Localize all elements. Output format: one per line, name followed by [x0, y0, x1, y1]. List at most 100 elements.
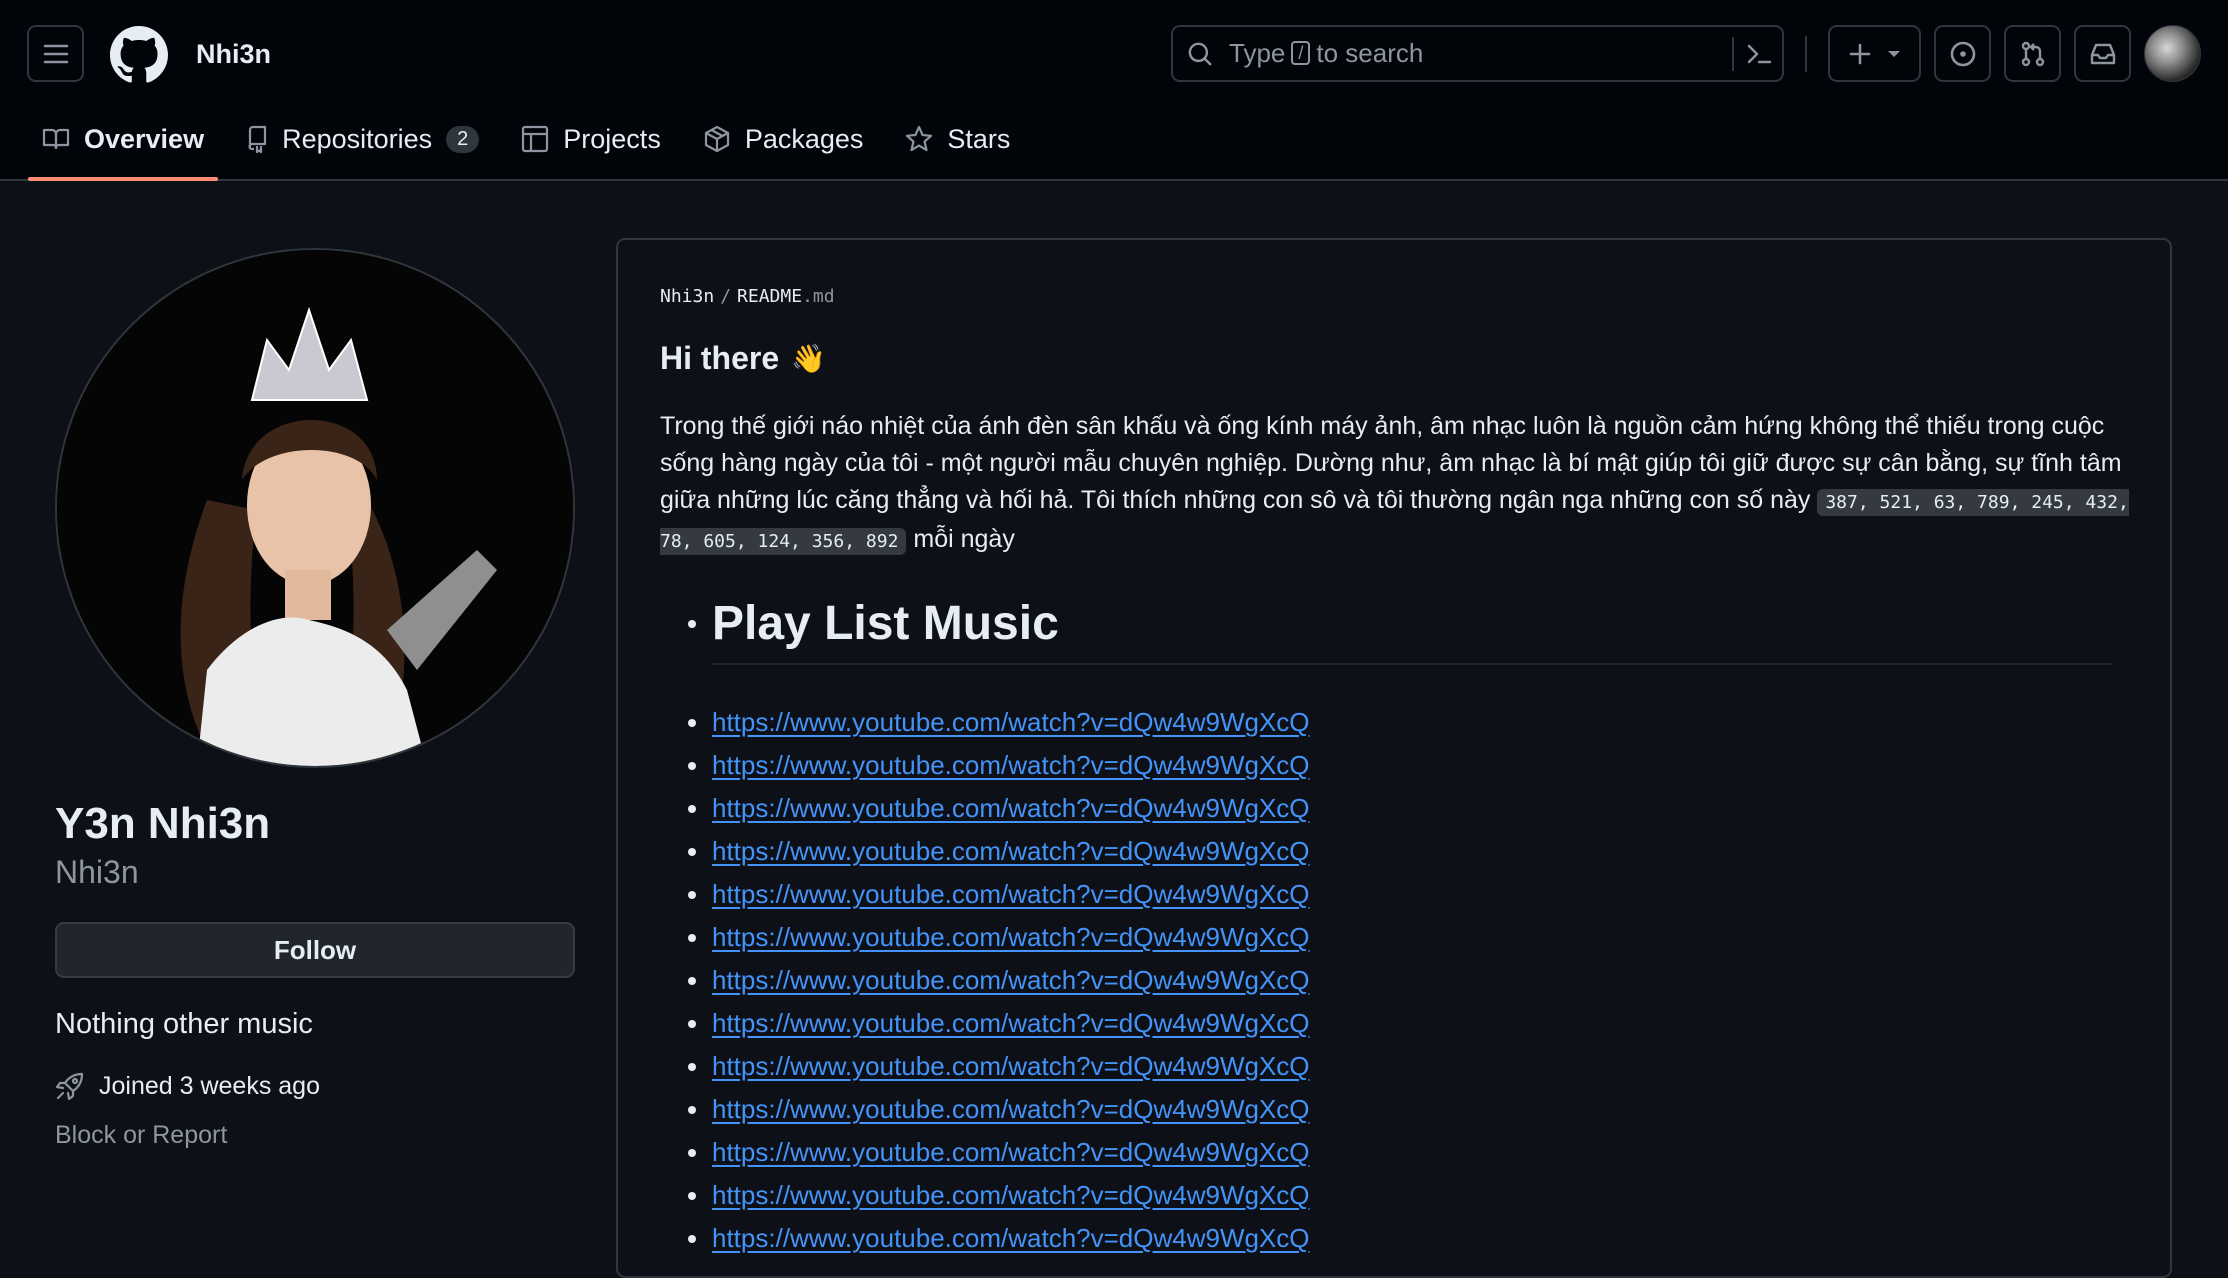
header-username[interactable]: Nhi3n [196, 39, 271, 70]
issue-opened-icon [1950, 41, 1975, 66]
list-bullet [688, 718, 696, 727]
tab-stars[interactable]: Stars [891, 115, 1024, 163]
list-item: https://www.youtube.com/watch?v=dQw4w9Wg… [688, 744, 1310, 787]
list-item: https://www.youtube.com/watch?v=dQw4w9Wg… [688, 916, 1310, 959]
playlist-heading: Play List Music [688, 596, 2113, 665]
tab-label: Packages [744, 123, 864, 154]
readme-file-ext: .md [802, 286, 835, 307]
youtube-link[interactable]: https://www.youtube.com/watch?v=dQw4w9Wg… [712, 750, 1310, 781]
readme-panel: Nhi3n / README.md Hi there 👋 Trong thế giớ… [616, 238, 2172, 1278]
github-logo-icon[interactable] [110, 26, 168, 84]
command-palette-button[interactable] [1732, 37, 1772, 71]
readme-breadcrumb: Nhi3n / README.md [660, 286, 835, 307]
youtube-link[interactable]: https://www.youtube.com/watch?v=dQw4w9Wg… [712, 1180, 1310, 1211]
heading-rule [712, 663, 2113, 665]
tab-label: Stars [947, 123, 1011, 154]
list-bullet [688, 1105, 696, 1114]
youtube-link[interactable]: https://www.youtube.com/watch?v=dQw4w9Wg… [712, 965, 1310, 996]
youtube-link[interactable]: https://www.youtube.com/watch?v=dQw4w9Wg… [712, 1008, 1310, 1039]
top-header: Nhi3n Type / to search Overview Reposito… [0, 0, 2228, 181]
breadcrumb-separator: / [720, 286, 732, 307]
tab-repositories[interactable]: Repositories 2 [232, 115, 493, 163]
inbox-icon [2090, 43, 2115, 64]
list-bullet [688, 847, 696, 856]
git-pull-request-icon [2021, 41, 2044, 66]
list-bullet [688, 890, 696, 899]
user-avatar-menu[interactable] [2144, 25, 2201, 82]
list-bullet [688, 976, 696, 985]
readme-paragraph: Trong thế giới náo nhiệt của ánh đèn sân… [660, 408, 2130, 560]
youtube-link[interactable]: https://www.youtube.com/watch?v=dQw4w9Wg… [712, 836, 1310, 867]
list-bullet [688, 933, 696, 942]
package-icon [704, 125, 729, 153]
block-or-report-link[interactable]: Block or Report [55, 1121, 575, 1150]
youtube-link[interactable]: https://www.youtube.com/watch?v=dQw4w9Wg… [712, 879, 1310, 910]
youtube-link[interactable]: https://www.youtube.com/watch?v=dQw4w9Wg… [712, 1137, 1310, 1168]
list-bullet [688, 804, 696, 813]
profile-full-name: Y3n Nhi3n [55, 799, 271, 848]
profile-bio: Nothing other music [55, 1008, 313, 1040]
list-bullet [688, 1062, 696, 1071]
list-item: https://www.youtube.com/watch?v=dQw4w9Wg… [688, 959, 1310, 1002]
youtube-link[interactable]: https://www.youtube.com/watch?v=dQw4w9Wg… [712, 1223, 1310, 1254]
inbox-button[interactable] [2074, 25, 2131, 82]
pull-requests-button[interactable] [2004, 25, 2061, 82]
youtube-link[interactable]: https://www.youtube.com/watch?v=dQw4w9Wg… [712, 1051, 1310, 1082]
profile-tabs: Overview Repositories 2 Projects Package… [28, 115, 1038, 181]
search-icon [1188, 42, 1212, 65]
list-bullet [688, 1234, 696, 1243]
list-item: https://www.youtube.com/watch?v=dQw4w9Wg… [688, 787, 1310, 830]
tab-label: Repositories [282, 123, 433, 154]
list-bullet [688, 1191, 696, 1200]
playlist-links: https://www.youtube.com/watch?v=dQw4w9Wg… [688, 701, 1310, 1260]
list-bullet [688, 1148, 696, 1157]
tab-label: Projects [563, 123, 661, 154]
terminal-icon [1747, 44, 1772, 64]
star-icon [906, 125, 933, 152]
list-item: https://www.youtube.com/watch?v=dQw4w9Wg… [688, 1131, 1310, 1174]
list-item: https://www.youtube.com/watch?v=dQw4w9Wg… [688, 701, 1310, 744]
youtube-link[interactable]: https://www.youtube.com/watch?v=dQw4w9Wg… [712, 1094, 1310, 1125]
profile-login: Nhi3n [55, 854, 139, 890]
create-new-button[interactable] [1828, 25, 1921, 82]
plus-icon [1849, 43, 1870, 64]
list-item: https://www.youtube.com/watch?v=dQw4w9Wg… [688, 1002, 1310, 1045]
readme-heading: Hi there 👋 [660, 340, 826, 377]
rocket-icon [55, 1072, 84, 1101]
follow-button[interactable]: Follow [55, 922, 575, 978]
header-divider [1805, 36, 1807, 72]
list-item: https://www.youtube.com/watch?v=dQw4w9Wg… [688, 1088, 1310, 1131]
readme-heading-text: Hi there [660, 340, 780, 376]
list-item: https://www.youtube.com/watch?v=dQw4w9Wg… [688, 1174, 1310, 1217]
playlist-title: Play List Music [712, 597, 1059, 650]
list-item: https://www.youtube.com/watch?v=dQw4w9Wg… [688, 873, 1310, 916]
tab-packages[interactable]: Packages [689, 115, 878, 163]
tab-projects[interactable]: Projects [507, 115, 675, 163]
search-shortcut-key: / [1291, 40, 1311, 65]
list-bullet [688, 1019, 696, 1028]
list-item: https://www.youtube.com/watch?v=dQw4w9Wg… [688, 1217, 1310, 1260]
search-placeholder-prefix: Type [1229, 38, 1286, 68]
profile-sidebar: Y3n Nhi3n Nhi3n Follow Nothing other mus… [55, 248, 575, 1150]
profile-avatar[interactable] [55, 248, 575, 768]
youtube-link[interactable]: https://www.youtube.com/watch?v=dQw4w9Wg… [712, 707, 1310, 738]
triangle-down-icon [1887, 50, 1900, 57]
youtube-link[interactable]: https://www.youtube.com/watch?v=dQw4w9Wg… [712, 922, 1310, 953]
search-input[interactable]: Type / to search [1171, 25, 1784, 82]
menu-button[interactable] [27, 25, 84, 82]
joined-info: Joined 3 weeks ago [55, 1071, 575, 1101]
waving-hand-icon: 👋 [791, 343, 827, 374]
list-item: https://www.youtube.com/watch?v=dQw4w9Wg… [688, 830, 1310, 873]
readme-file-name[interactable]: README [737, 286, 802, 307]
table-icon [522, 125, 549, 153]
list-bullet [688, 619, 696, 628]
youtube-link[interactable]: https://www.youtube.com/watch?v=dQw4w9Wg… [712, 793, 1310, 824]
repo-icon [248, 125, 267, 153]
tab-overview[interactable]: Overview [28, 115, 219, 181]
search-placeholder-suffix: to search [1316, 38, 1424, 68]
readme-owner-link[interactable]: Nhi3n [660, 286, 714, 307]
hamburger-icon [43, 44, 68, 63]
issues-button[interactable] [1934, 25, 1991, 82]
paragraph-end: mỗi ngày [913, 525, 1015, 553]
repo-count-badge: 2 [446, 125, 480, 153]
